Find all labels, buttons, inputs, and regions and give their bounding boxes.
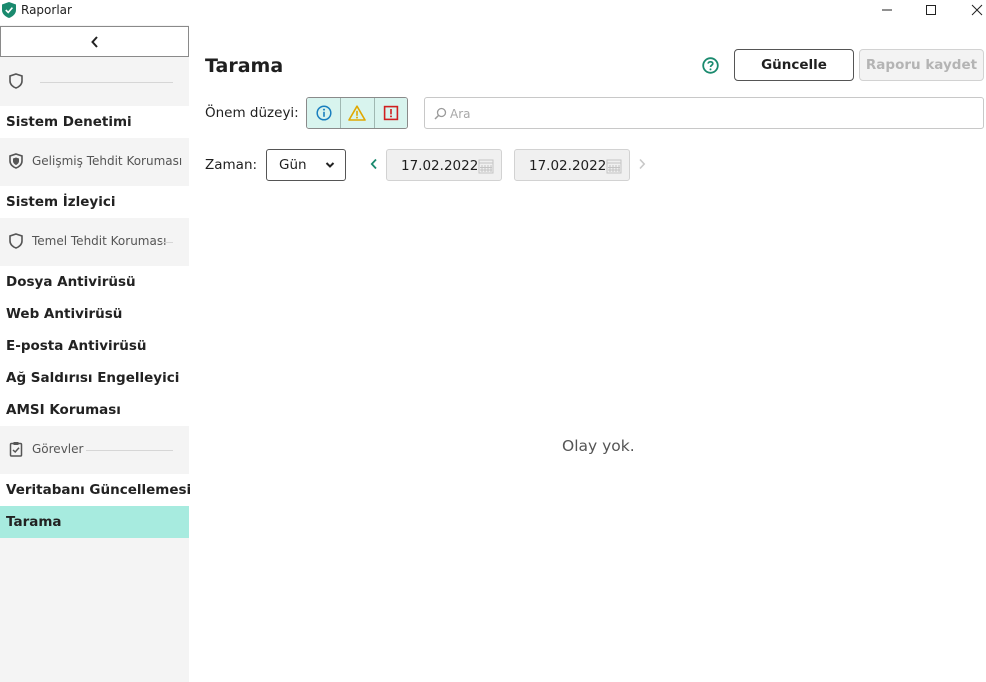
title-bar: Raporlar bbox=[0, 0, 986, 20]
period-value: Gün bbox=[279, 157, 307, 173]
help-icon[interactable] bbox=[702, 57, 719, 74]
date-from-value: 17.02.2022 bbox=[401, 158, 479, 174]
info-icon bbox=[316, 105, 332, 121]
sidebar-item-web-antivirus[interactable]: Web Antivirüsü bbox=[0, 298, 189, 330]
period-select[interactable]: Gün bbox=[266, 149, 346, 181]
sidebar-item-label: Tarama bbox=[6, 514, 62, 530]
app-shield-icon bbox=[2, 2, 16, 18]
next-period-icon[interactable] bbox=[637, 158, 647, 170]
severity-warning-toggle[interactable] bbox=[340, 98, 374, 128]
sidebar-group-tasks: Görevler bbox=[0, 426, 189, 474]
minimize-icon bbox=[882, 9, 892, 11]
severity-info-toggle[interactable] bbox=[307, 98, 341, 128]
sidebar-item-label: AMSI Koruması bbox=[6, 402, 121, 418]
calendar-icon bbox=[606, 159, 622, 174]
severity-label: Önem düzeyi: bbox=[205, 105, 299, 121]
divider bbox=[40, 82, 173, 83]
sidebar-group-essential-threat-protection: Temel Tehdit Koruması bbox=[0, 218, 189, 266]
sidebar: Sistem Denetimi Gelişmiş Tehdit Koruması… bbox=[0, 25, 192, 682]
search-box[interactable] bbox=[424, 97, 984, 129]
date-to-value: 17.02.2022 bbox=[529, 158, 607, 174]
close-icon bbox=[971, 4, 983, 16]
minimize-button[interactable] bbox=[864, 0, 910, 20]
sidebar-item-label: Dosya Antivirüsü bbox=[6, 274, 136, 290]
sidebar-item-label: Web Antivirüsü bbox=[6, 306, 123, 322]
divider bbox=[86, 450, 173, 451]
sidebar-item-system-watcher[interactable]: Sistem İzleyici bbox=[0, 186, 189, 218]
severity-critical-toggle[interactable] bbox=[373, 98, 407, 128]
search-icon bbox=[434, 107, 447, 120]
clipboard-check-icon bbox=[9, 442, 23, 457]
sidebar-item-label: Ağ Saldırısı Engelleyici bbox=[6, 370, 180, 386]
sidebar-group-advanced-threat-protection: Gelişmiş Tehdit Koruması bbox=[0, 138, 189, 186]
close-button[interactable] bbox=[954, 0, 986, 20]
date-to-field[interactable]: 17.02.2022 bbox=[514, 149, 630, 181]
empty-state-message: Olay yok. bbox=[562, 437, 635, 455]
page-title: Tarama bbox=[205, 55, 284, 77]
window-title: Raporlar bbox=[21, 3, 72, 17]
chevron-left-icon bbox=[90, 35, 98, 48]
maximize-icon bbox=[926, 5, 936, 15]
update-button[interactable]: Güncelle bbox=[734, 49, 854, 81]
sidebar-item-label: Sistem Denetimi bbox=[6, 114, 132, 130]
sidebar-group-label: Görevler bbox=[32, 442, 84, 456]
maximize-button[interactable] bbox=[908, 0, 954, 20]
search-input[interactable] bbox=[450, 104, 970, 124]
chevron-down-icon bbox=[325, 162, 335, 168]
sidebar-item-label: Veritabanı Güncellemesi bbox=[6, 482, 192, 498]
sidebar-item-scan[interactable]: Tarama bbox=[0, 506, 189, 538]
sidebar-item-file-antivirus[interactable]: Dosya Antivirüsü bbox=[0, 266, 189, 298]
sidebar-item-mail-antivirus[interactable]: E-posta Antivirüsü bbox=[0, 330, 189, 362]
time-label: Zaman: bbox=[205, 157, 258, 173]
sidebar-empty-area bbox=[0, 538, 189, 682]
sidebar-item-network-attack-blocker[interactable]: Ağ Saldırısı Engelleyici bbox=[0, 362, 189, 394]
sidebar-item-label: Sistem İzleyici bbox=[6, 194, 116, 210]
warning-icon bbox=[348, 105, 367, 121]
previous-period-icon[interactable] bbox=[369, 158, 379, 170]
severity-filter bbox=[306, 97, 408, 129]
date-from-field[interactable]: 17.02.2022 bbox=[386, 149, 502, 181]
shield-icon bbox=[9, 73, 23, 89]
sidebar-item-database-update[interactable]: Veritabanı Güncellemesi bbox=[0, 474, 192, 506]
sidebar-group-label: Gelişmiş Tehdit Koruması bbox=[32, 154, 183, 168]
critical-icon bbox=[383, 105, 399, 121]
sidebar-item-amsi-protection[interactable]: AMSI Koruması bbox=[0, 394, 189, 426]
shield-icon bbox=[9, 233, 23, 249]
sidebar-group-label: Temel Tehdit Koruması bbox=[32, 234, 167, 248]
sidebar-item-system-audit[interactable]: Sistem Denetimi bbox=[0, 106, 189, 138]
save-report-button[interactable]: Raporu kaydet bbox=[859, 49, 984, 81]
divider bbox=[160, 242, 173, 243]
back-button[interactable] bbox=[0, 26, 189, 57]
calendar-icon bbox=[478, 159, 494, 174]
sidebar-item-label: E-posta Antivirüsü bbox=[6, 338, 147, 354]
shield-plus-icon bbox=[9, 153, 23, 169]
sidebar-group-general bbox=[0, 58, 189, 106]
